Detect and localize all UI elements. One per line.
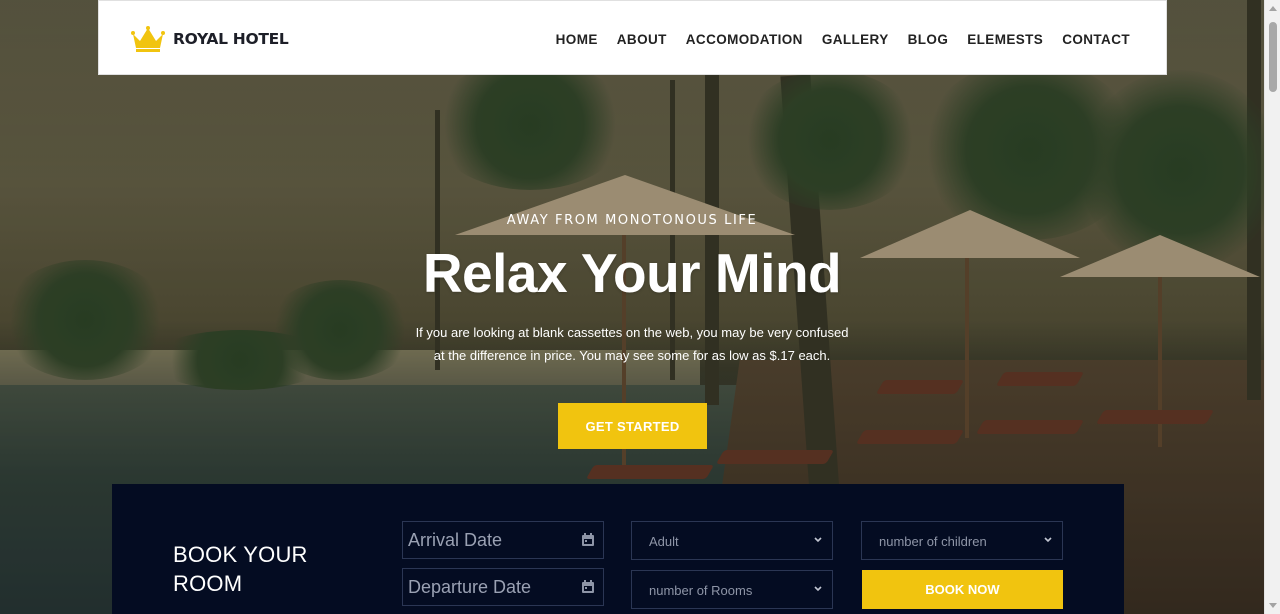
nav-elements[interactable]: ELEMESTS [967,32,1043,47]
booking-title-line: ROOM [173,571,243,596]
brand-name: ROYAL HOTEL [173,30,289,48]
adult-select-value: Adult [649,534,679,549]
chevron-down-icon [1044,537,1052,543]
rooms-select-value: number of Rooms [649,583,753,598]
scroll-thumb[interactable] [1269,22,1277,92]
booking-title: BOOK YOUR ROOM [173,540,308,598]
chevron-down-icon [814,586,822,592]
nav-gallery[interactable]: GALLERY [822,32,889,47]
booking-title-line: BOOK YOUR [173,542,308,567]
nav-blog[interactable]: BLOG [908,32,949,47]
booking-panel: BOOK YOUR ROOM Adult number of Rooms nu [112,484,1124,614]
children-select[interactable]: number of children [861,521,1063,560]
hero-description: If you are looking at blank cassettes on… [0,321,1264,367]
adult-select[interactable]: Adult [631,521,833,560]
chevron-down-icon [814,537,822,543]
site-header: ROYAL HOTEL HOME ABOUT ACCOMODATION GALL… [98,0,1167,75]
departure-date-input[interactable] [403,569,603,605]
page-scrollbar[interactable] [1264,0,1280,614]
children-select-value: number of children [879,534,987,549]
nav-accomodation[interactable]: ACCOMODATION [686,32,803,47]
nav-contact[interactable]: CONTACT [1062,32,1130,47]
hero-eyebrow: AWAY FROM MONOTONOUS LIFE [506,213,758,228]
calendar-icon[interactable] [582,580,594,593]
calendar-icon[interactable] [582,533,594,546]
arrival-date-input[interactable] [403,522,603,558]
departure-date-field [402,568,604,606]
main-nav: HOME ABOUT ACCOMODATION GALLERY BLOG ELE… [537,32,1130,47]
hero-description-line: If you are looking at blank cassettes on… [415,325,849,340]
crown-icon [131,26,165,52]
arrival-date-field [402,521,604,559]
get-started-button[interactable]: GET STARTED [558,403,707,449]
hero-title: Relax Your Mind [422,242,842,304]
scroll-up-arrow-icon[interactable] [1269,6,1277,11]
site-logo[interactable]: ROYAL HOTEL [131,25,289,53]
nav-home[interactable]: HOME [556,32,598,47]
nav-about[interactable]: ABOUT [617,32,667,47]
book-now-button[interactable]: BOOK NOW [862,570,1063,609]
rooms-select[interactable]: number of Rooms [631,570,833,609]
scroll-down-arrow-icon[interactable] [1269,603,1277,608]
hero-description-line: at the difference in price. You may see … [433,348,831,363]
